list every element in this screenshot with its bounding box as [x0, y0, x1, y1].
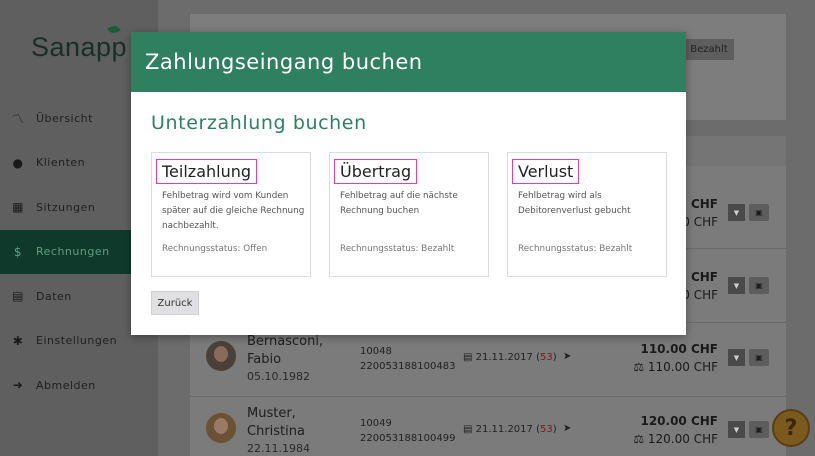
sidebar-item-label: Rechnungen	[36, 245, 110, 259]
invoice-number: 10049	[360, 418, 392, 429]
days-overdue: 53	[540, 352, 553, 363]
sidebar-item-label: Klienten	[36, 156, 86, 170]
sidebar-item-label: Abmelden	[36, 378, 96, 392]
gear-icon: ✱	[12, 333, 24, 348]
option-status: Rechnungsstatus: Bezahlt	[518, 244, 633, 254]
document-icon: ▤	[463, 352, 473, 363]
modal-header: Zahlungseingang buchen	[131, 32, 686, 92]
scale-icon: ⚖	[633, 432, 648, 446]
days-overdue: 53	[540, 424, 553, 435]
invoice-numbers: 10048 220053188100483	[360, 344, 455, 374]
amount-paid: ⚖ 120.00 CHF	[633, 432, 718, 446]
sign-out-icon: ➜	[12, 378, 24, 393]
invoice-numbers: 10049 220053188100499	[360, 416, 455, 446]
row-dropdown-button[interactable]: ▼	[728, 421, 745, 438]
money-icon[interactable]: ▣	[749, 349, 769, 366]
back-button[interactable]: Zurück	[151, 291, 199, 315]
option-description: Fehlbetrag wird vom Kunden später auf di…	[162, 191, 305, 231]
option-description: Fehlbetrag wird als Debitorenverlust geb…	[518, 191, 631, 216]
row-dropdown-button[interactable]: ▼	[728, 204, 745, 221]
invoice-number: 10048	[360, 346, 392, 357]
send-icon[interactable]: ➤	[563, 351, 571, 362]
invoice-date-value: 21.11.2017	[475, 424, 533, 435]
option-status: Rechnungsstatus: Offen	[162, 244, 268, 254]
status-badge[interactable]: Bezahlt	[684, 39, 734, 60]
calendar-icon: ▦	[12, 200, 24, 215]
client-first-name: Fabio	[247, 352, 282, 367]
dollar-icon: $	[13, 244, 23, 259]
amount-due: 120.00 CHF	[640, 414, 718, 428]
money-icon[interactable]: ▣	[749, 421, 769, 438]
row-dropdown-button[interactable]: ▼	[728, 277, 745, 294]
invoice-date-value: 21.11.2017	[475, 352, 533, 363]
client-birthdate: 05.10.1982	[247, 370, 310, 383]
avatar	[206, 413, 236, 443]
chart-line-icon: 〽	[11, 111, 25, 126]
sidebar-item-abmelden[interactable]: ➜ Abmelden	[0, 363, 158, 408]
invoice-date: ▤ 21.11.2017 (53)	[463, 424, 557, 435]
send-icon[interactable]: ➤	[563, 423, 571, 434]
option-status: Rechnungsstatus: Bezahlt	[340, 244, 455, 254]
logo-text: Sanapp	[30, 32, 128, 62]
sidebar-item-label: Sitzungen	[36, 200, 96, 214]
avatar	[206, 341, 236, 371]
document-icon: ▤	[463, 424, 473, 435]
client-birthdate: 22.11.1984	[247, 442, 310, 455]
client-last-name: Bernasconi,	[247, 334, 324, 349]
option-uebertrag[interactable]: Übertrag Fehlbetrag auf die nächste Rech…	[329, 152, 489, 277]
sidebar-item-label: Übersicht	[36, 111, 93, 125]
client-name[interactable]: Muster, Christina	[247, 405, 305, 441]
sidebar-item-label: Daten	[36, 289, 72, 303]
user-icon: ●	[12, 155, 24, 170]
client-last-name: Muster,	[247, 406, 296, 421]
reference-number: 220053188100499	[360, 433, 456, 444]
amount-paid: ⚖ 110.00 CHF	[633, 360, 718, 374]
payment-modal: Zahlungseingang buchen Unterzahlung buch…	[131, 32, 686, 335]
sidebar-item-label: Einstellungen	[36, 334, 118, 348]
client-name[interactable]: Bernasconi, Fabio	[247, 333, 323, 369]
option-verlust[interactable]: Verlust Fehlbetrag wird als Debitorenver…	[507, 152, 667, 277]
option-description: Fehlbetrag auf die nächste Rechnung buch…	[340, 191, 458, 216]
invoice-date: ▤ 21.11.2017 (53)	[463, 352, 557, 363]
help-button[interactable]: ?	[772, 409, 810, 447]
invoice-amounts: 110.00 CHF ⚖ 110.00 CHF	[608, 340, 718, 376]
option-title: Übertrag	[334, 159, 418, 184]
modal-subtitle: Unterzahlung buchen	[151, 112, 367, 134]
amount-due: 110.00 CHF	[640, 342, 718, 356]
option-teilzahlung[interactable]: Teilzahlung Fehlbetrag wird vom Kunden s…	[151, 152, 311, 277]
table-icon: ▤	[12, 289, 24, 304]
client-first-name: Christina	[247, 424, 305, 439]
row-dropdown-button[interactable]: ▼	[728, 349, 745, 366]
scale-icon: ⚖	[633, 360, 648, 374]
reference-number: 220053188100483	[360, 361, 456, 372]
money-icon[interactable]: ▣	[749, 204, 769, 221]
invoice-amounts: 120.00 CHF ⚖ 120.00 CHF	[608, 412, 718, 448]
modal-title: Zahlungseingang buchen	[145, 50, 423, 74]
money-icon[interactable]: ▣	[749, 277, 769, 294]
row-divider	[190, 396, 786, 397]
option-title: Teilzahlung	[156, 159, 258, 184]
option-title: Verlust	[512, 159, 580, 184]
